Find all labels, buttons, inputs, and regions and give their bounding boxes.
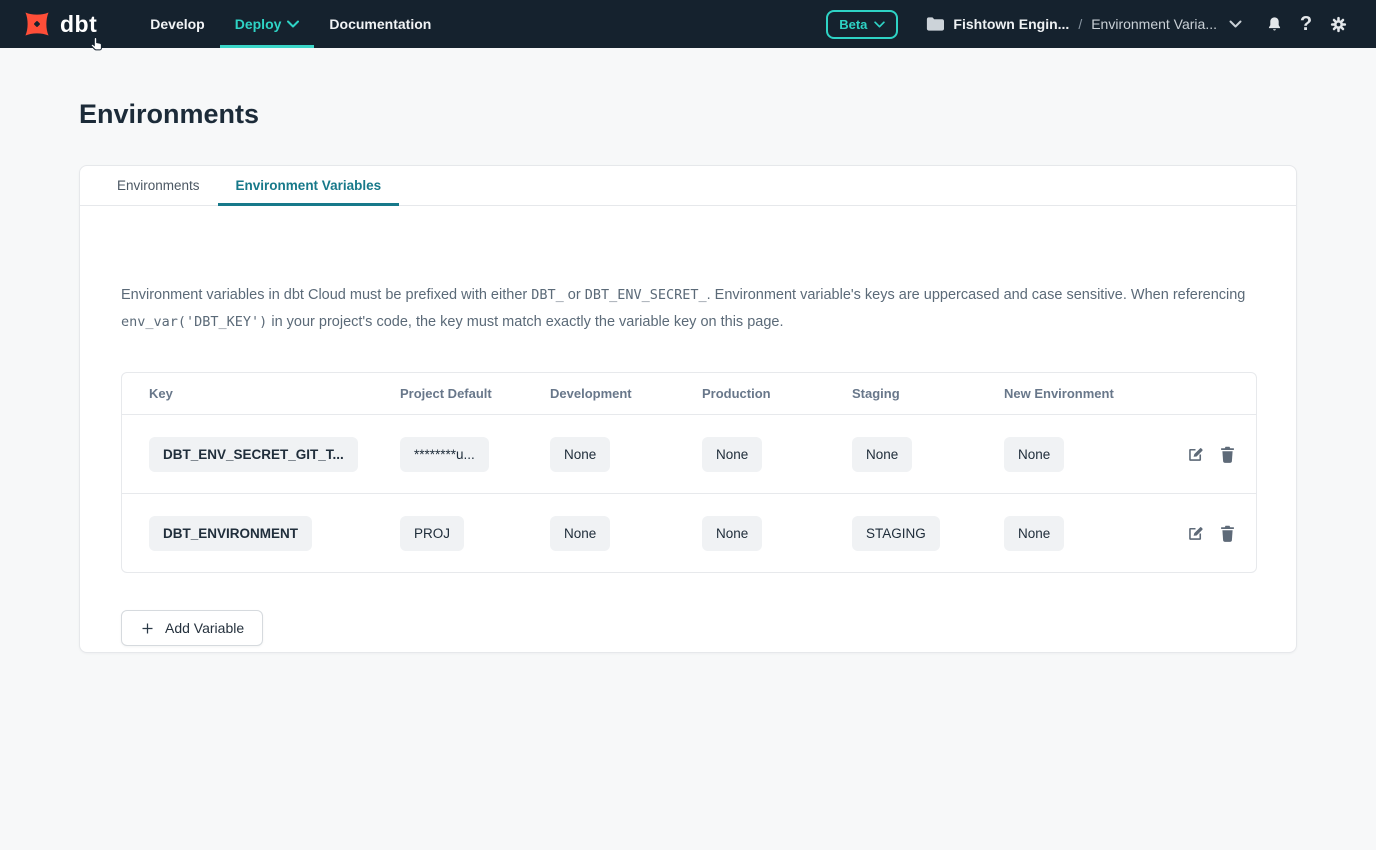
page-title: Environments (79, 99, 259, 130)
breadcrumb[interactable]: Fishtown Engin... / Environment Varia... (926, 16, 1242, 32)
new-environment-value-chip: None (1004, 437, 1064, 472)
chevron-down-icon (287, 20, 299, 28)
environments-card: Environments Environment Variables Envir… (79, 165, 1297, 653)
card-content: Environment variables in dbt Cloud must … (80, 282, 1296, 573)
tab-environment-variables-label: Environment Variables (236, 178, 382, 193)
mouse-cursor-icon (88, 35, 106, 55)
table-row: DBT_ENVIRONMENT PROJ None None STAGING N… (122, 493, 1256, 572)
nav-item-develop-label: Develop (150, 16, 204, 32)
breadcrumb-separator: / (1078, 16, 1082, 32)
dbt-logo-icon (20, 7, 54, 41)
help-icon[interactable]: ? (1292, 10, 1320, 38)
brand-name: dbt (60, 11, 97, 38)
project-default-chip: ********u... (400, 437, 489, 472)
top-nav: dbt Develop Deploy Documentation Beta (0, 0, 1376, 48)
code-snippet: DBT_ENV_SECRET_ (585, 287, 707, 303)
main-nav-items: Develop Deploy Documentation (135, 0, 446, 48)
code-snippet: DBT_ (531, 287, 564, 303)
row-actions (1144, 524, 1236, 543)
description-segment: . Environment variable's keys are upperc… (707, 287, 1246, 303)
add-variable-button[interactable]: Add Variable (121, 610, 263, 646)
tab-environments[interactable]: Environments (99, 166, 218, 205)
trash-icon[interactable] (1219, 445, 1236, 464)
table-header-row: Key Project Default Development Producti… (122, 373, 1256, 414)
add-variable-label: Add Variable (165, 620, 244, 636)
column-header-new-environment: New Environment (1004, 386, 1144, 401)
production-value-chip: None (702, 437, 762, 472)
tab-environments-label: Environments (117, 178, 200, 193)
development-value-chip: None (550, 437, 610, 472)
beta-badge-label: Beta (839, 17, 867, 32)
environment-variables-table: Key Project Default Development Producti… (121, 372, 1257, 573)
nav-item-documentation[interactable]: Documentation (314, 0, 446, 48)
nav-item-documentation-label: Documentation (329, 16, 431, 32)
beta-badge[interactable]: Beta (826, 10, 898, 39)
column-header-key: Key (149, 386, 400, 401)
breadcrumb-page: Environment Varia... (1091, 16, 1217, 32)
column-header-production: Production (702, 386, 852, 401)
development-value-chip: None (550, 516, 610, 551)
edit-icon[interactable] (1186, 445, 1205, 464)
production-value-chip: None (702, 516, 762, 551)
dbt-logo[interactable]: dbt (20, 7, 97, 41)
nav-item-deploy[interactable]: Deploy (220, 0, 315, 48)
edit-icon[interactable] (1186, 524, 1205, 543)
column-header-development: Development (550, 386, 702, 401)
nav-right-section: Beta Fishtown Engin... / Environment Var… (826, 10, 1352, 39)
trash-icon[interactable] (1219, 524, 1236, 543)
staging-value-chip: None (852, 437, 912, 472)
chevron-down-icon (1229, 20, 1242, 28)
new-environment-value-chip: None (1004, 516, 1064, 551)
row-actions (1144, 445, 1236, 464)
settings-gear-icon[interactable] (1324, 10, 1352, 38)
tab-bar: Environments Environment Variables (80, 166, 1296, 206)
notifications-bell-icon[interactable] (1260, 10, 1288, 38)
description-segment: Environment variables in dbt Cloud must … (121, 287, 531, 303)
description-text: Environment variables in dbt Cloud must … (121, 282, 1255, 336)
tab-environment-variables[interactable]: Environment Variables (218, 166, 400, 205)
column-header-project-default: Project Default (400, 386, 550, 401)
description-segment: or (564, 287, 585, 303)
description-segment: in your project's code, the key must mat… (267, 314, 783, 330)
folder-icon (926, 16, 944, 32)
breadcrumb-project: Fishtown Engin... (953, 16, 1069, 32)
key-value-chip: DBT_ENVIRONMENT (149, 516, 312, 551)
plus-icon (140, 621, 155, 636)
table-row: DBT_ENV_SECRET_GIT_T... ********u... Non… (122, 414, 1256, 493)
code-snippet: env_var('DBT_KEY') (121, 314, 267, 330)
nav-item-develop[interactable]: Develop (135, 0, 219, 48)
chevron-down-icon (874, 21, 885, 28)
column-header-staging: Staging (852, 386, 1004, 401)
key-value-chip: DBT_ENV_SECRET_GIT_T... (149, 437, 358, 472)
project-default-chip: PROJ (400, 516, 464, 551)
nav-item-deploy-label: Deploy (235, 16, 282, 32)
staging-value-chip: STAGING (852, 516, 940, 551)
nav-utility-icons: ? (1260, 10, 1352, 38)
